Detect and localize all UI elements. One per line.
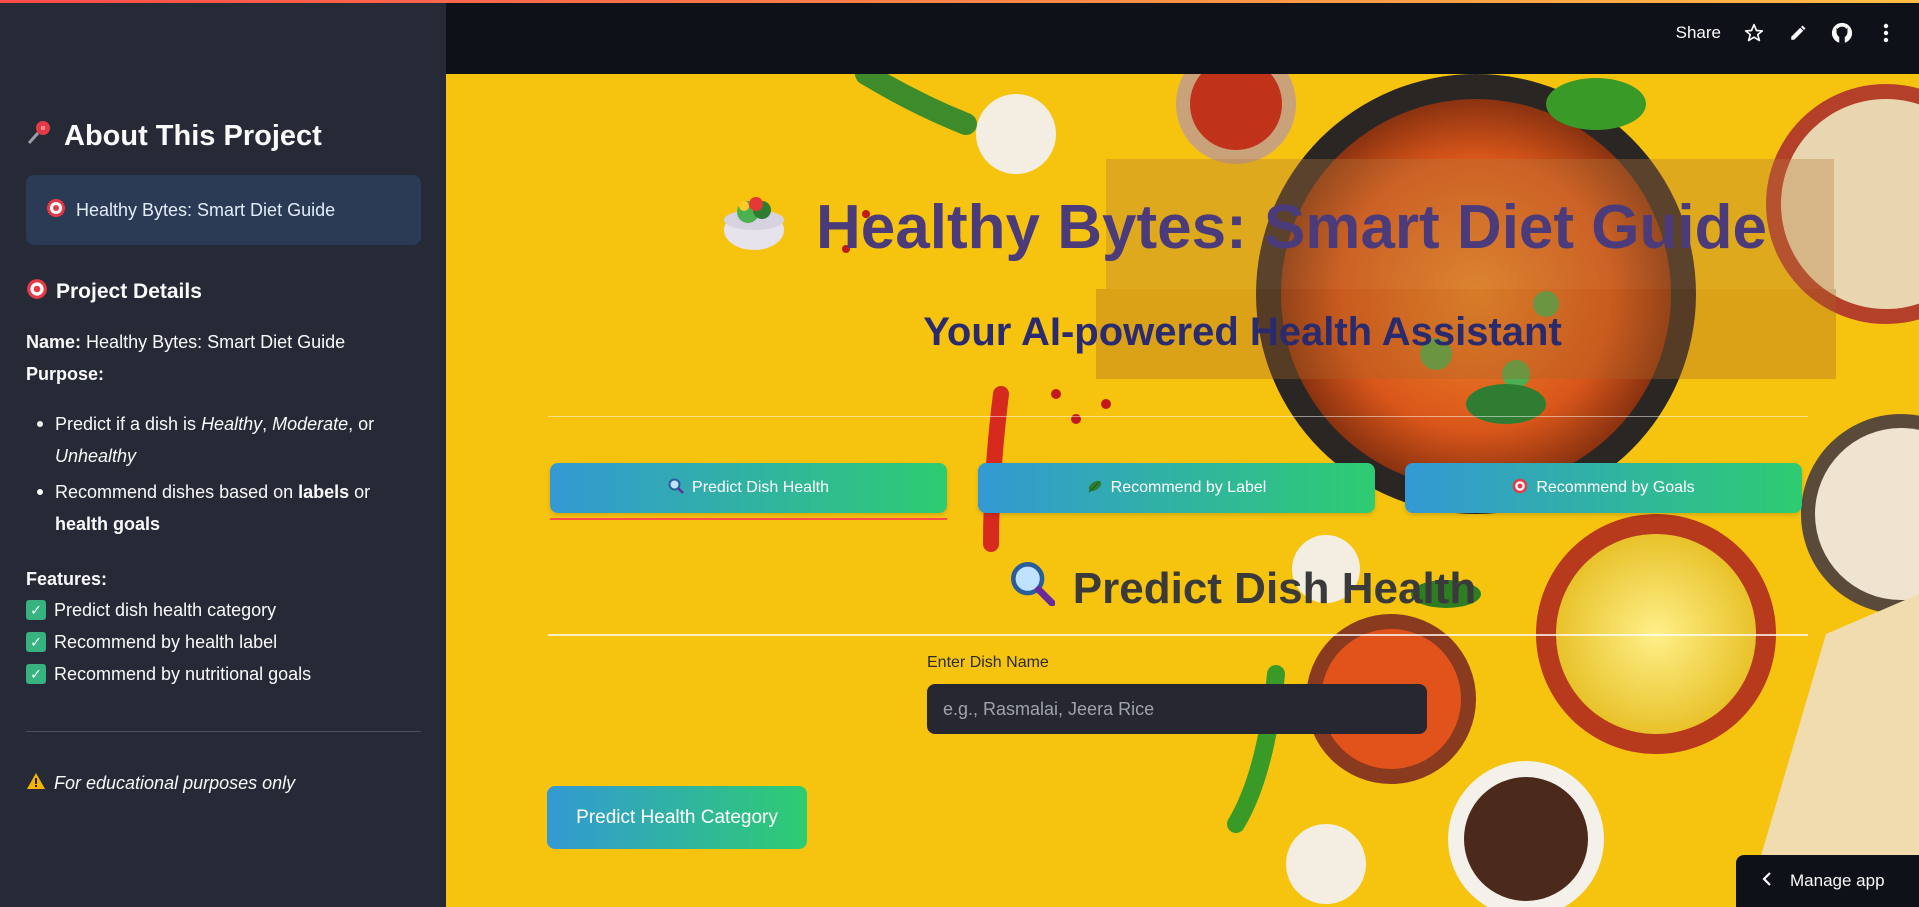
leaf-icon <box>1087 478 1103 499</box>
project-details-heading: Project Details <box>26 278 202 306</box>
target-icon <box>46 198 66 223</box>
sidebar-title: About This Project <box>26 118 322 154</box>
list-item: Recommend dishes based on labels or heal… <box>26 476 426 540</box>
page-title: Healthy Bytes: Smart Diet Guide <box>446 184 1919 271</box>
section-title: Predict Dish Health <box>446 560 1919 617</box>
header-toolbar: Share <box>1676 22 1897 44</box>
tab-predict-dish-health[interactable]: Predict Dish Health <box>550 463 947 513</box>
features-list: ✓ Predict dish health category ✓ Recommend… <box>26 594 311 690</box>
disclaimer: For educational purposes only <box>26 772 295 795</box>
feature-item: ✓ Recommend by health label <box>26 626 311 658</box>
section-divider <box>548 634 1808 636</box>
top-accent-line <box>0 0 1919 3</box>
tab-recommend-by-goals[interactable]: Recommend by Goals <box>1405 463 1802 513</box>
github-icon[interactable] <box>1831 22 1853 44</box>
checkmark-icon: ✓ <box>26 632 46 652</box>
features-label: Features: <box>26 569 108 589</box>
chevron-left-icon <box>1762 871 1772 892</box>
warning-icon <box>26 772 46 795</box>
header-divider <box>548 416 1808 417</box>
dish-name-label: Enter Dish Name <box>927 654 1049 671</box>
target-icon <box>1512 478 1528 499</box>
feature-item: ✓ Predict dish health category <box>26 594 311 626</box>
project-name-line: Name: Healthy Bytes: Smart Diet Guide <box>26 332 346 352</box>
predict-health-category-button[interactable]: Predict Health Category <box>547 786 807 849</box>
dish-name-input[interactable] <box>927 684 1427 734</box>
active-tab-indicator <box>550 518 947 520</box>
page-subtitle: Your AI-powered Health Assistant <box>923 310 1562 354</box>
purpose-list: Predict if a dish is Healthy, Moderate, … <box>26 408 426 544</box>
feature-item: ✓ Recommend by nutritional goals <box>26 658 311 690</box>
salad-bowl-icon <box>718 184 790 271</box>
manage-app-button[interactable]: Manage app <box>1736 855 1919 907</box>
sidebar: About This Project Healthy Bytes: Smart … <box>0 0 446 907</box>
sidebar-divider <box>26 731 421 732</box>
checkmark-icon: ✓ <box>26 664 46 684</box>
share-button[interactable]: Share <box>1676 23 1721 43</box>
target-icon <box>26 278 48 306</box>
checkmark-icon: ✓ <box>26 600 46 620</box>
magnifier-icon <box>1009 560 1056 617</box>
star-icon[interactable] <box>1743 22 1765 44</box>
app-header: Share <box>446 0 1919 74</box>
tab-recommend-by-label[interactable]: Recommend by Label <box>978 463 1375 513</box>
more-icon[interactable] <box>1875 22 1897 44</box>
list-item: Predict if a dish is Healthy, Moderate, … <box>26 408 426 472</box>
edit-icon[interactable] <box>1787 22 1809 44</box>
project-info-card: Healthy Bytes: Smart Diet Guide <box>26 175 421 245</box>
magnifier-icon <box>668 478 684 499</box>
purpose-label: Purpose: <box>26 364 105 384</box>
main-content: Healthy Bytes: Smart Diet Guide Your AI-… <box>446 74 1919 907</box>
pushpin-icon <box>26 118 54 154</box>
